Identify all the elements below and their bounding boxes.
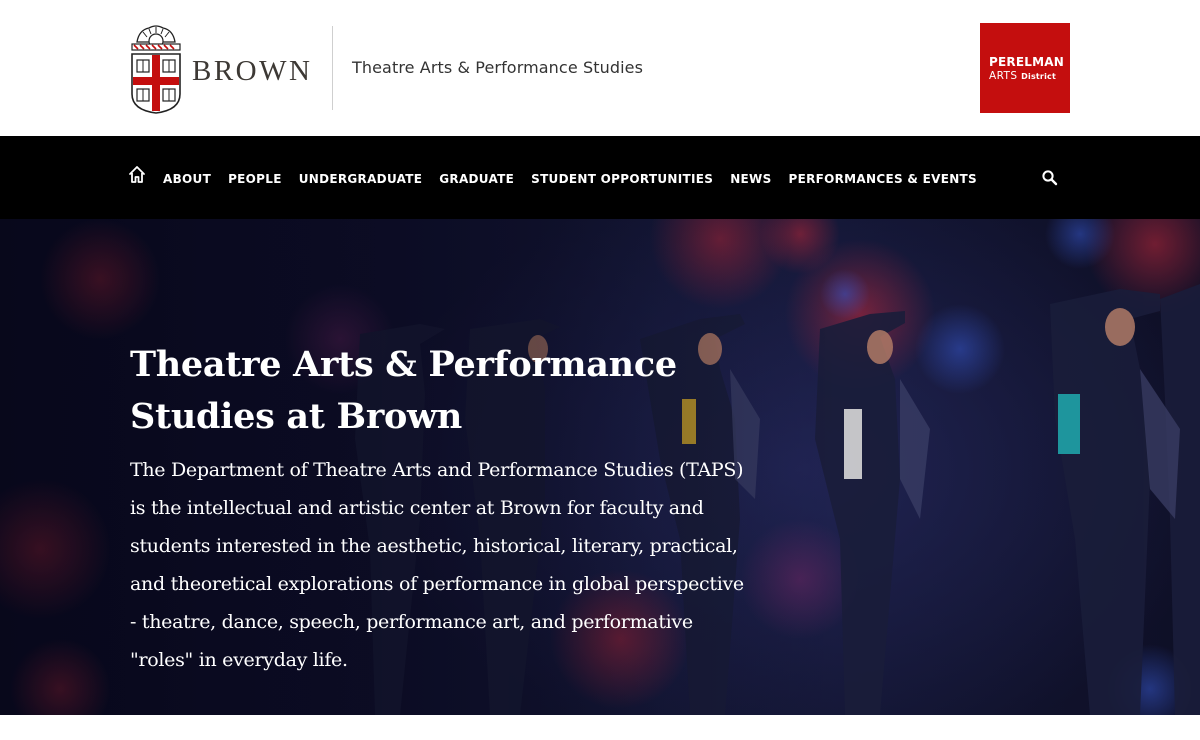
- brown-wordmark: BROWN: [192, 54, 313, 87]
- nav-item-about: ABOUT: [163, 170, 211, 188]
- perelman-arts-district-badge[interactable]: PERELMAN ARTS District: [980, 23, 1070, 113]
- perelman-district-label: District: [1021, 72, 1056, 81]
- main-navigation: ABOUT PEOPLE UNDERGRADUATE GRADUATE STUD…: [0, 136, 1200, 219]
- perelman-line1: PERELMAN: [989, 55, 1064, 69]
- nav-menu: ABOUT PEOPLE UNDERGRADUATE GRADUATE STUD…: [163, 170, 994, 188]
- header-divider: [332, 26, 333, 110]
- nav-link-performances-events[interactable]: PERFORMANCES & EVENTS: [789, 172, 977, 186]
- search-icon[interactable]: [1041, 169, 1059, 187]
- site-header: BROWN Theatre Arts & Performance Studies…: [0, 0, 1200, 136]
- home-icon[interactable]: [128, 165, 146, 185]
- nav-item-graduate: GRADUATE: [439, 170, 514, 188]
- nav-link-undergraduate[interactable]: UNDERGRADUATE: [299, 172, 423, 186]
- hero-description: The Department of Theatre Arts and Perfo…: [130, 459, 744, 671]
- page-bottom-strip: [0, 715, 1200, 740]
- nav-link-student-opportunities[interactable]: STUDENT OPPORTUNITIES: [531, 172, 713, 186]
- nav-item-news: NEWS: [730, 170, 771, 188]
- brown-logo-link[interactable]: BROWN: [129, 24, 312, 114]
- hero-banner: Theatre Arts & Performance Studies at Br…: [0, 219, 1200, 715]
- department-title-link[interactable]: Theatre Arts & Performance Studies: [352, 58, 643, 77]
- nav-item-performances-events: PERFORMANCES & EVENTS: [789, 170, 977, 188]
- nav-link-graduate[interactable]: GRADUATE: [439, 172, 514, 186]
- brown-shield-icon: [129, 24, 183, 114]
- nav-item-undergraduate: UNDERGRADUATE: [299, 170, 423, 188]
- nav-link-people[interactable]: PEOPLE: [228, 172, 282, 186]
- hero-title: Theatre Arts & Performance Studies at Br…: [130, 344, 677, 437]
- nav-item-student-opportunities: STUDENT OPPORTUNITIES: [531, 170, 713, 188]
- nav-link-about[interactable]: ABOUT: [163, 172, 211, 186]
- perelman-line2: ARTS District: [989, 70, 1056, 82]
- nav-item-people: PEOPLE: [228, 170, 282, 188]
- perelman-arts-label: ARTS: [989, 70, 1018, 82]
- nav-link-news[interactable]: NEWS: [730, 172, 771, 186]
